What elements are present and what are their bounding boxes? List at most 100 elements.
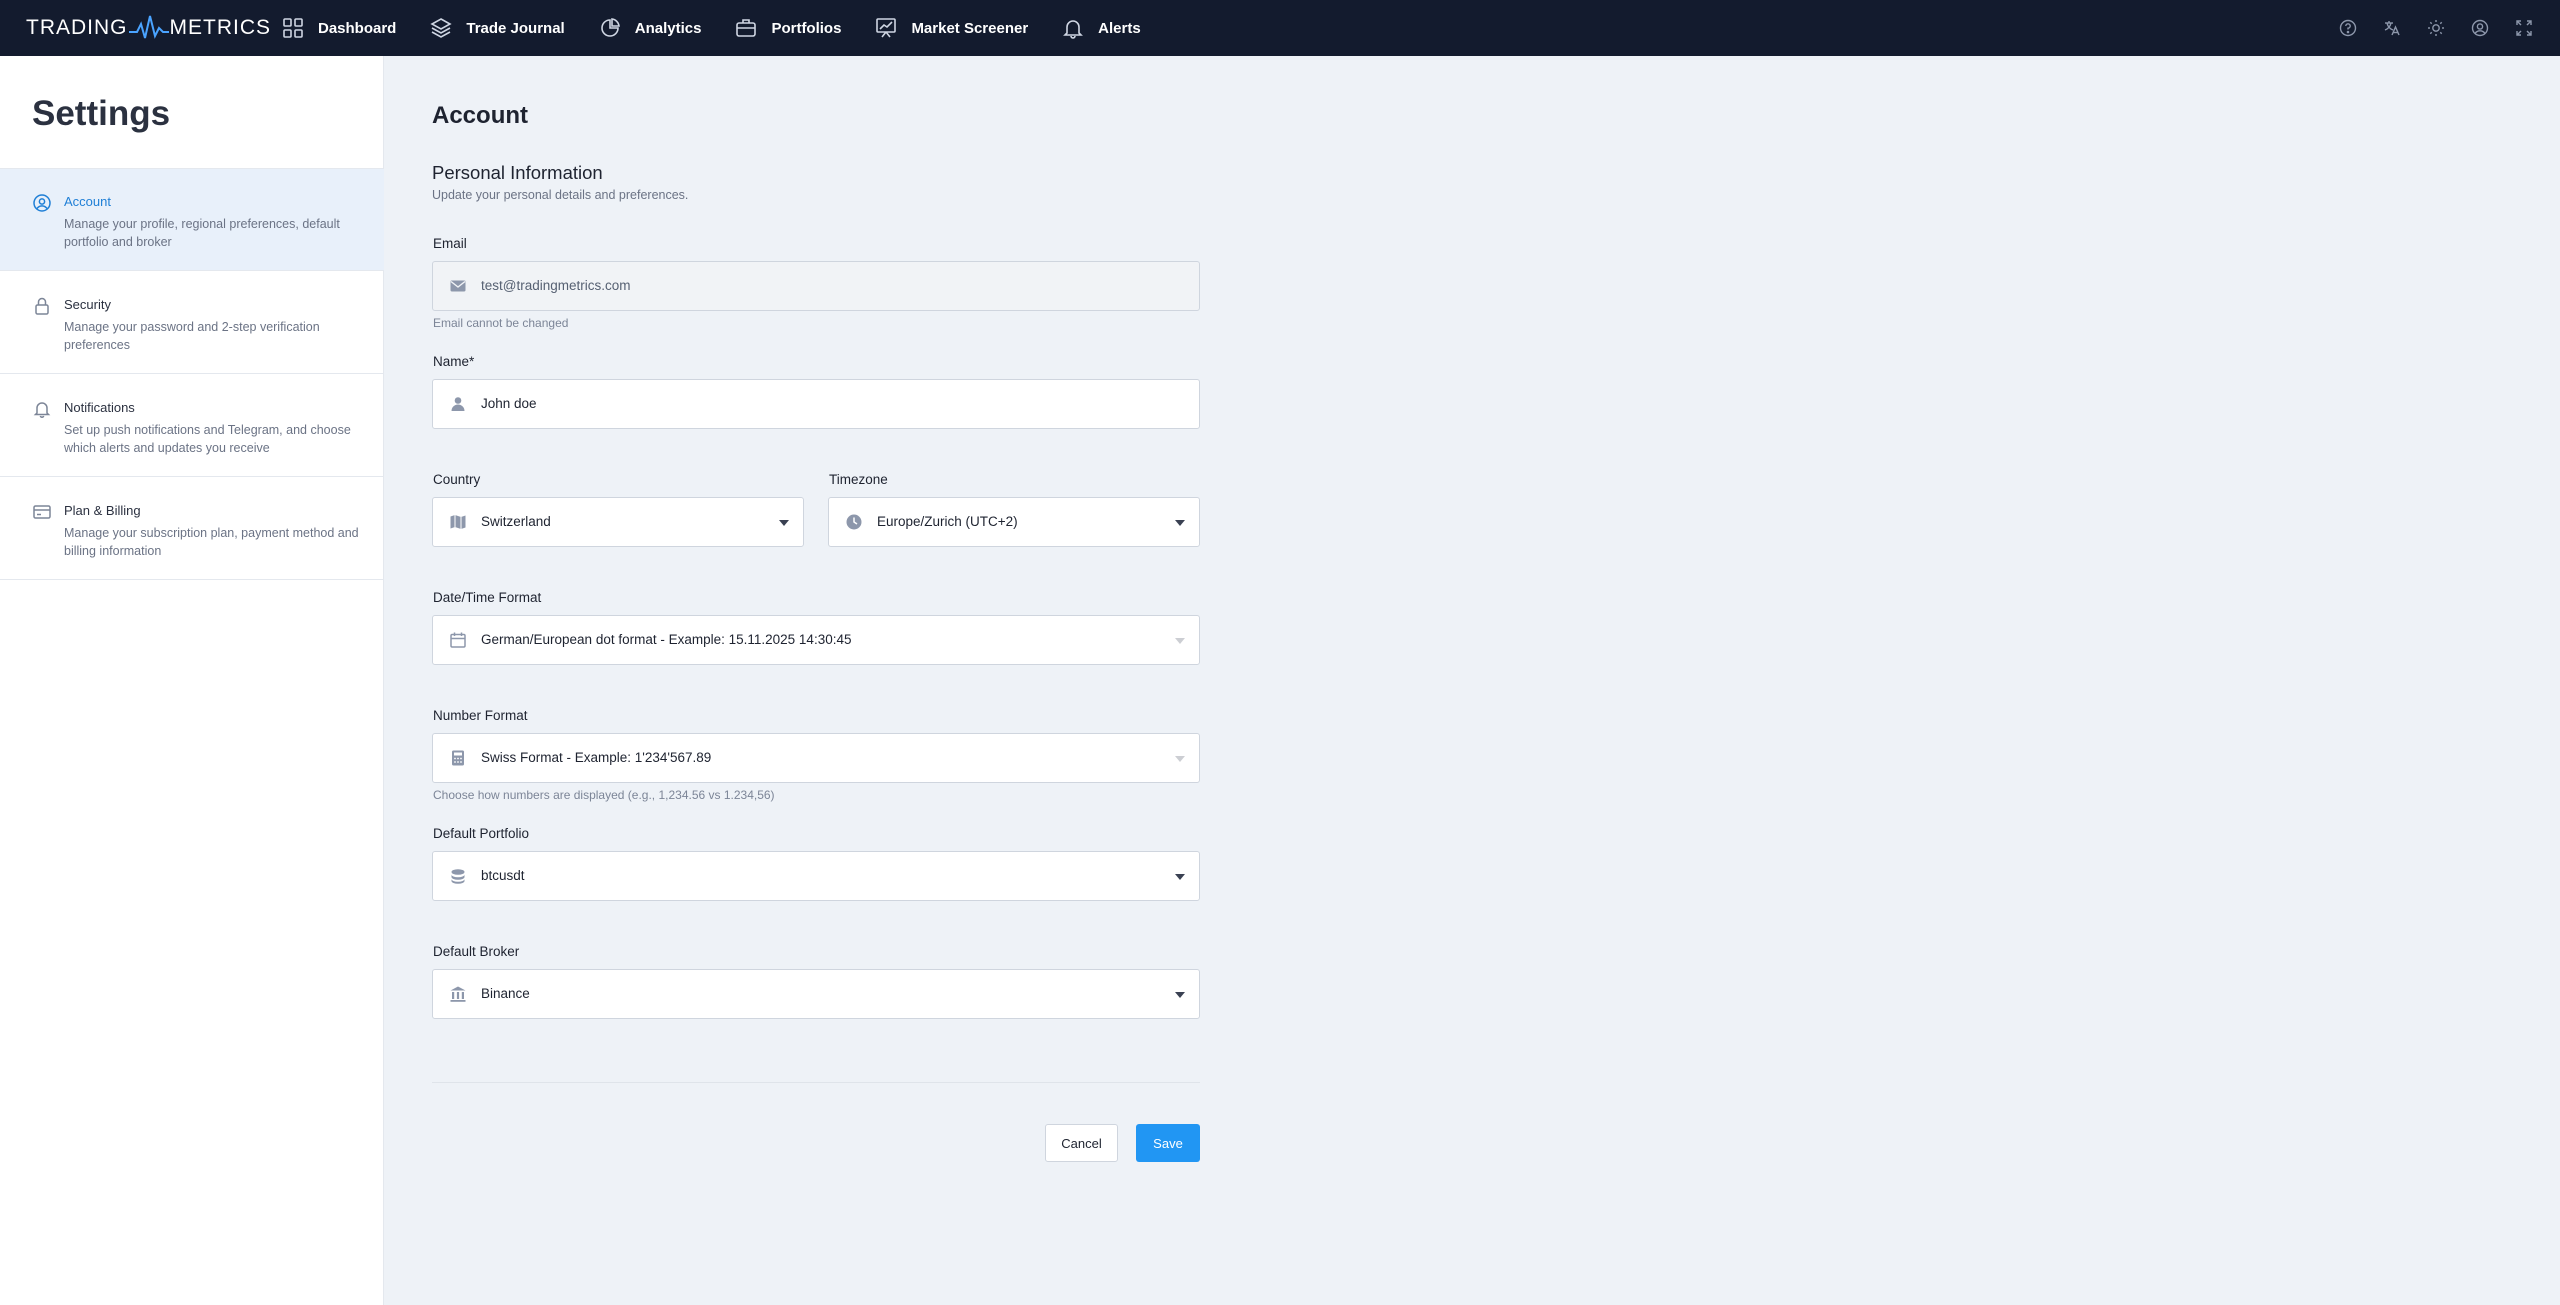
credit-card-icon xyxy=(33,505,51,519)
logo-text-left: TRADING xyxy=(26,16,128,39)
nav-item-trade-journal[interactable]: Trade Journal xyxy=(430,0,565,56)
fullscreen-icon xyxy=(2516,20,2532,36)
email-hint: Email cannot be changed xyxy=(433,316,569,330)
account-settings-panel: Account Personal Information Update your… xyxy=(385,56,2560,1305)
cancel-button[interactable]: Cancel xyxy=(1045,1124,1118,1162)
email-label: Email xyxy=(433,236,467,251)
name-field[interactable]: John doe xyxy=(432,379,1200,429)
chevron-down-icon xyxy=(1175,638,1185,644)
form-divider xyxy=(432,1082,1200,1083)
sidebar-item-description: Set up push notifications and Telegram, … xyxy=(64,423,351,455)
user-circle-icon xyxy=(33,194,51,212)
default-portfolio-value: btcusdt xyxy=(481,868,525,883)
datetime-format-select[interactable]: German/European dot format - Example: 15… xyxy=(432,615,1200,665)
nav-item-alerts[interactable]: Alerts xyxy=(1062,0,1141,56)
email-value: test@tradingmetrics.com xyxy=(481,278,631,293)
datetime-format-label: Date/Time Format xyxy=(433,590,542,605)
top-right-actions xyxy=(2314,0,2534,56)
presentation-chart-icon xyxy=(876,18,897,38)
top-navigation-bar: TRADING METRICS Dashboard Trade Journal … xyxy=(0,0,2560,56)
theme-toggle-button[interactable] xyxy=(2426,18,2446,38)
save-button[interactable]: Save xyxy=(1136,1124,1200,1162)
theme-sun-icon xyxy=(2428,20,2444,36)
timezone-value: Europe/Zurich (UTC+2) xyxy=(877,514,1018,529)
translate-icon xyxy=(2384,21,2400,36)
nav-item-analytics[interactable]: Analytics xyxy=(599,0,702,56)
page-title: Account xyxy=(432,102,528,129)
sidebar-item-plan-billing[interactable]: Plan & Billing Manage your subscription … xyxy=(0,478,384,580)
country-select[interactable]: Switzerland xyxy=(432,497,804,547)
sidebar-item-description: Manage your profile, regional preference… xyxy=(64,217,340,249)
sidebar-item-label: Plan & Billing xyxy=(64,503,141,518)
country-label: Country xyxy=(433,472,481,487)
number-format-label: Number Format xyxy=(433,708,528,723)
nav-label: Dashboard xyxy=(318,19,397,37)
nav-item-market-screener[interactable]: Market Screener xyxy=(875,0,1028,56)
nav-item-dashboard[interactable]: Dashboard xyxy=(282,0,396,56)
default-portfolio-label: Default Portfolio xyxy=(433,826,530,841)
user-menu-button[interactable] xyxy=(2470,18,2490,38)
nav-label: Market Screener xyxy=(911,19,1029,37)
chevron-down-icon xyxy=(1175,756,1185,762)
coins-icon xyxy=(451,869,465,884)
sidebar-item-label: Notifications xyxy=(64,400,135,415)
nav-label: Alerts xyxy=(1098,19,1141,37)
default-broker-label: Default Broker xyxy=(433,944,520,959)
layers-icon xyxy=(430,18,453,38)
clock-icon xyxy=(846,514,862,530)
datetime-format-value: German/European dot format - Example: 15… xyxy=(481,632,852,647)
calculator-icon xyxy=(452,750,464,766)
chevron-down-icon xyxy=(1175,992,1185,998)
user-icon xyxy=(2471,19,2489,37)
logo-text-right: METRICS xyxy=(169,16,271,39)
chevron-down-icon xyxy=(779,520,789,526)
nav-label: Portfolios xyxy=(771,19,842,37)
bank-icon xyxy=(450,986,466,1002)
person-icon xyxy=(451,397,465,411)
sidebar-item-description: Manage your password and 2-step verifica… xyxy=(64,320,320,352)
name-label: Name* xyxy=(433,354,475,369)
fullscreen-button[interactable] xyxy=(2514,18,2534,38)
sidebar-item-description: Manage your subscription plan, payment m… xyxy=(64,526,359,558)
email-field[interactable]: test@tradingmetrics.com xyxy=(432,261,1200,311)
calendar-icon xyxy=(450,632,466,648)
map-icon xyxy=(450,515,466,529)
timezone-label: Timezone xyxy=(829,472,888,487)
name-value: John doe xyxy=(481,396,537,411)
section-title: Personal Information xyxy=(432,162,603,183)
help-button[interactable] xyxy=(2338,18,2358,38)
default-broker-value: Binance xyxy=(481,986,530,1001)
app-logo[interactable]: TRADING METRICS xyxy=(26,14,271,42)
chevron-down-icon xyxy=(1175,874,1185,880)
settings-sidebar: Settings Account Manage your profile, re… xyxy=(0,56,384,1305)
number-format-hint: Choose how numbers are displayed (e.g., … xyxy=(433,788,775,802)
language-button[interactable] xyxy=(2382,18,2402,38)
nav-label: Trade Journal xyxy=(466,19,565,37)
pie-chart-icon xyxy=(600,18,620,37)
sidebar-item-account[interactable]: Account Manage your profile, regional pr… xyxy=(0,169,384,271)
sidebar-item-notifications[interactable]: Notifications Set up push notifications … xyxy=(0,375,384,477)
sidebar-item-security[interactable]: Security Manage your password and 2-step… xyxy=(0,272,384,374)
number-format-select[interactable]: Swiss Format - Example: 1'234'567.89 xyxy=(432,733,1200,783)
default-portfolio-select[interactable]: btcusdt xyxy=(432,851,1200,901)
bell-icon xyxy=(1063,20,1084,39)
lock-icon xyxy=(35,297,49,315)
timezone-select[interactable]: Europe/Zurich (UTC+2) xyxy=(828,497,1200,547)
settings-title: Settings xyxy=(32,94,171,133)
logo-pulse-icon xyxy=(128,15,169,39)
nav-item-portfolios[interactable]: Portfolios xyxy=(735,0,841,56)
chevron-down-icon xyxy=(1175,520,1185,526)
bell-icon xyxy=(33,402,51,418)
briefcase-icon xyxy=(736,19,757,37)
default-broker-select[interactable]: Binance xyxy=(432,969,1200,1019)
number-format-value: Swiss Format - Example: 1'234'567.89 xyxy=(481,750,712,765)
sidebar-item-label: Security xyxy=(64,297,111,312)
help-icon xyxy=(2339,19,2357,37)
main-nav: Dashboard Trade Journal Analytics Portfo… xyxy=(282,0,1175,56)
country-value: Switzerland xyxy=(481,514,551,529)
nav-label: Analytics xyxy=(634,19,702,37)
sidebar-item-label: Account xyxy=(64,194,111,209)
section-subtitle: Update your personal details and prefere… xyxy=(432,188,689,202)
mail-icon xyxy=(450,280,466,292)
grid-icon xyxy=(283,18,303,38)
